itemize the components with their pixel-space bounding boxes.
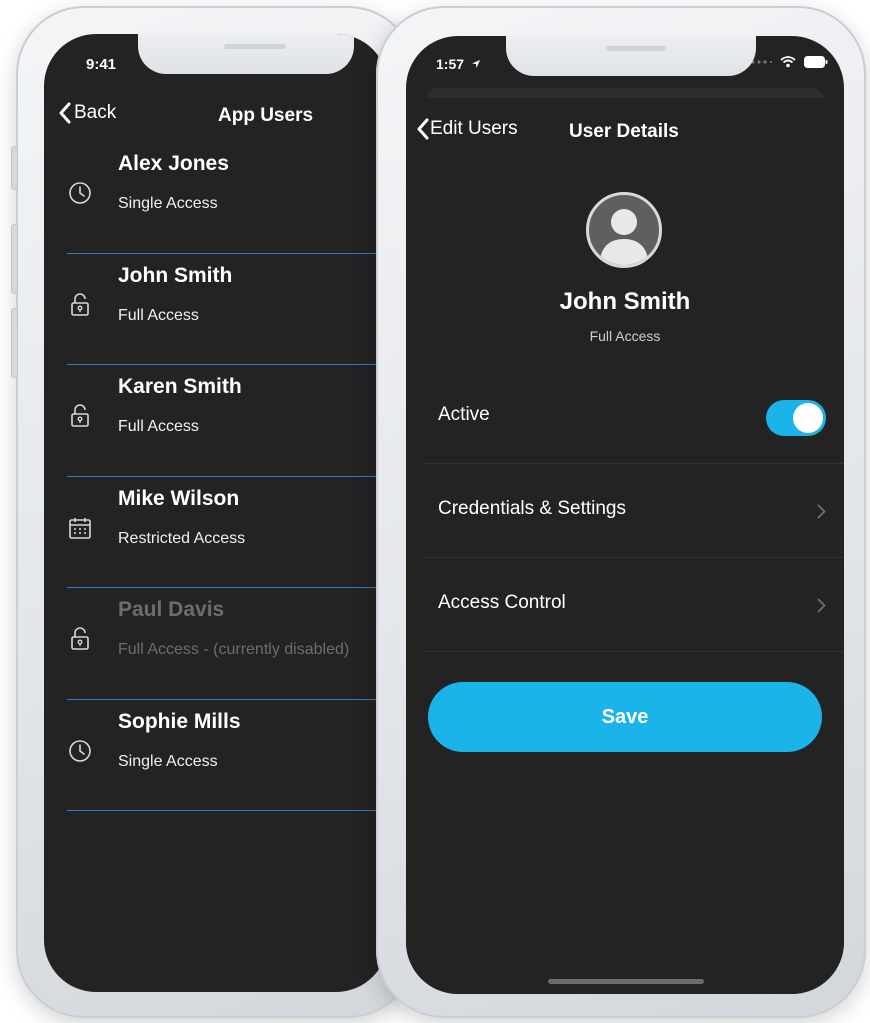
credentials-settings-row[interactable]: Credentials & Settings <box>424 464 844 558</box>
home-indicator <box>548 979 704 984</box>
notch <box>506 36 756 76</box>
user-row-paul-davis[interactable]: Paul Davis Full Access - (currently disa… <box>44 588 388 700</box>
user-name: Mike Wilson <box>118 486 240 510</box>
user-detail-access-level: Full Access <box>589 328 661 344</box>
lock-icon <box>71 292 89 316</box>
credentials-settings-label: Credentials & Settings <box>438 498 626 519</box>
user-name: Sophie Mills <box>118 709 241 733</box>
active-label: Active <box>438 404 490 425</box>
phone-right: 1:57 Edit Users User Details John Smith … <box>376 6 866 1018</box>
user-row-karen-smith[interactable]: Karen Smith Full Access <box>44 365 388 477</box>
status-time: 9:41 <box>86 56 117 73</box>
status-time: 1:57 <box>436 56 481 72</box>
access-control-label: Access Control <box>438 592 566 613</box>
back-label: Edit Users <box>430 118 518 139</box>
page-title: User Details <box>569 121 679 142</box>
page-title: App Users <box>218 105 314 126</box>
back-label: Back <box>74 102 117 123</box>
edit-users-back-button[interactable]: Edit Users <box>416 118 518 140</box>
chevron-left-icon <box>59 102 71 124</box>
user-row-john-smith[interactable]: John Smith Full Access <box>44 254 388 365</box>
wifi-icon <box>780 56 796 68</box>
volume-down-button <box>11 308 18 378</box>
app-users-screen: 9:41 Back App Users Alex Jones Single Ac… <box>44 34 388 992</box>
avatar <box>586 192 662 268</box>
user-name: John Smith <box>118 263 233 287</box>
user-name: Alex Jones <box>118 152 229 175</box>
access-control-row[interactable]: Access Control <box>424 558 844 652</box>
phone-left: 9:41 Back App Users Alex Jones Single Ac… <box>11 6 416 1018</box>
mute-switch <box>11 146 18 190</box>
user-access-level: Restricted Access <box>118 529 246 547</box>
chevron-right-icon <box>817 504 826 519</box>
chevron-right-icon <box>817 598 826 613</box>
battery-icon <box>804 56 828 68</box>
user-access-level: Full Access - (currently disabled) <box>118 641 350 658</box>
status-time-text: 1:57 <box>436 56 465 72</box>
speaker <box>606 46 666 51</box>
lock-icon <box>71 404 89 427</box>
calendar-icon <box>69 517 91 539</box>
clock-icon <box>69 739 91 762</box>
chevron-left-icon <box>417 118 429 140</box>
volume-up-button <box>11 224 18 294</box>
clock-icon <box>69 182 91 204</box>
back-button[interactable]: Back <box>58 102 116 124</box>
row-divider <box>424 651 844 652</box>
user-access-level: Full Access <box>118 306 199 324</box>
active-setting-row: Active <box>424 370 844 464</box>
user-detail-name: John Smith <box>559 288 691 315</box>
user-row-mike-wilson[interactable]: Mike Wilson Restricted Access <box>44 477 388 588</box>
user-list: Alex Jones Single Access John Smith Full… <box>44 142 388 811</box>
location-arrow-icon <box>471 60 480 68</box>
user-access-level: Single Access <box>118 752 218 770</box>
user-access-level: Full Access <box>118 418 199 435</box>
save-button[interactable]: Save <box>428 682 822 752</box>
nav-bar: Back App Users <box>44 102 388 142</box>
toggle-knob <box>793 403 823 433</box>
notch <box>138 34 354 74</box>
nav-bar: Edit Users User Details <box>406 118 844 154</box>
speaker <box>224 44 286 49</box>
user-silhouette-icon <box>599 209 649 265</box>
user-name: Paul Davis <box>118 598 225 621</box>
user-details-screen: 1:57 Edit Users User Details John Smith … <box>406 36 844 994</box>
user-name: Karen Smith <box>118 375 242 398</box>
user-row-sophie-mills[interactable]: Sophie Mills Single Access <box>44 700 388 811</box>
user-row-alex-jones[interactable]: Alex Jones Single Access <box>44 142 388 254</box>
lock-icon <box>71 627 89 650</box>
active-toggle[interactable] <box>766 400 826 436</box>
user-access-level: Single Access <box>118 195 218 212</box>
status-icons <box>750 56 828 68</box>
row-divider <box>67 810 388 811</box>
